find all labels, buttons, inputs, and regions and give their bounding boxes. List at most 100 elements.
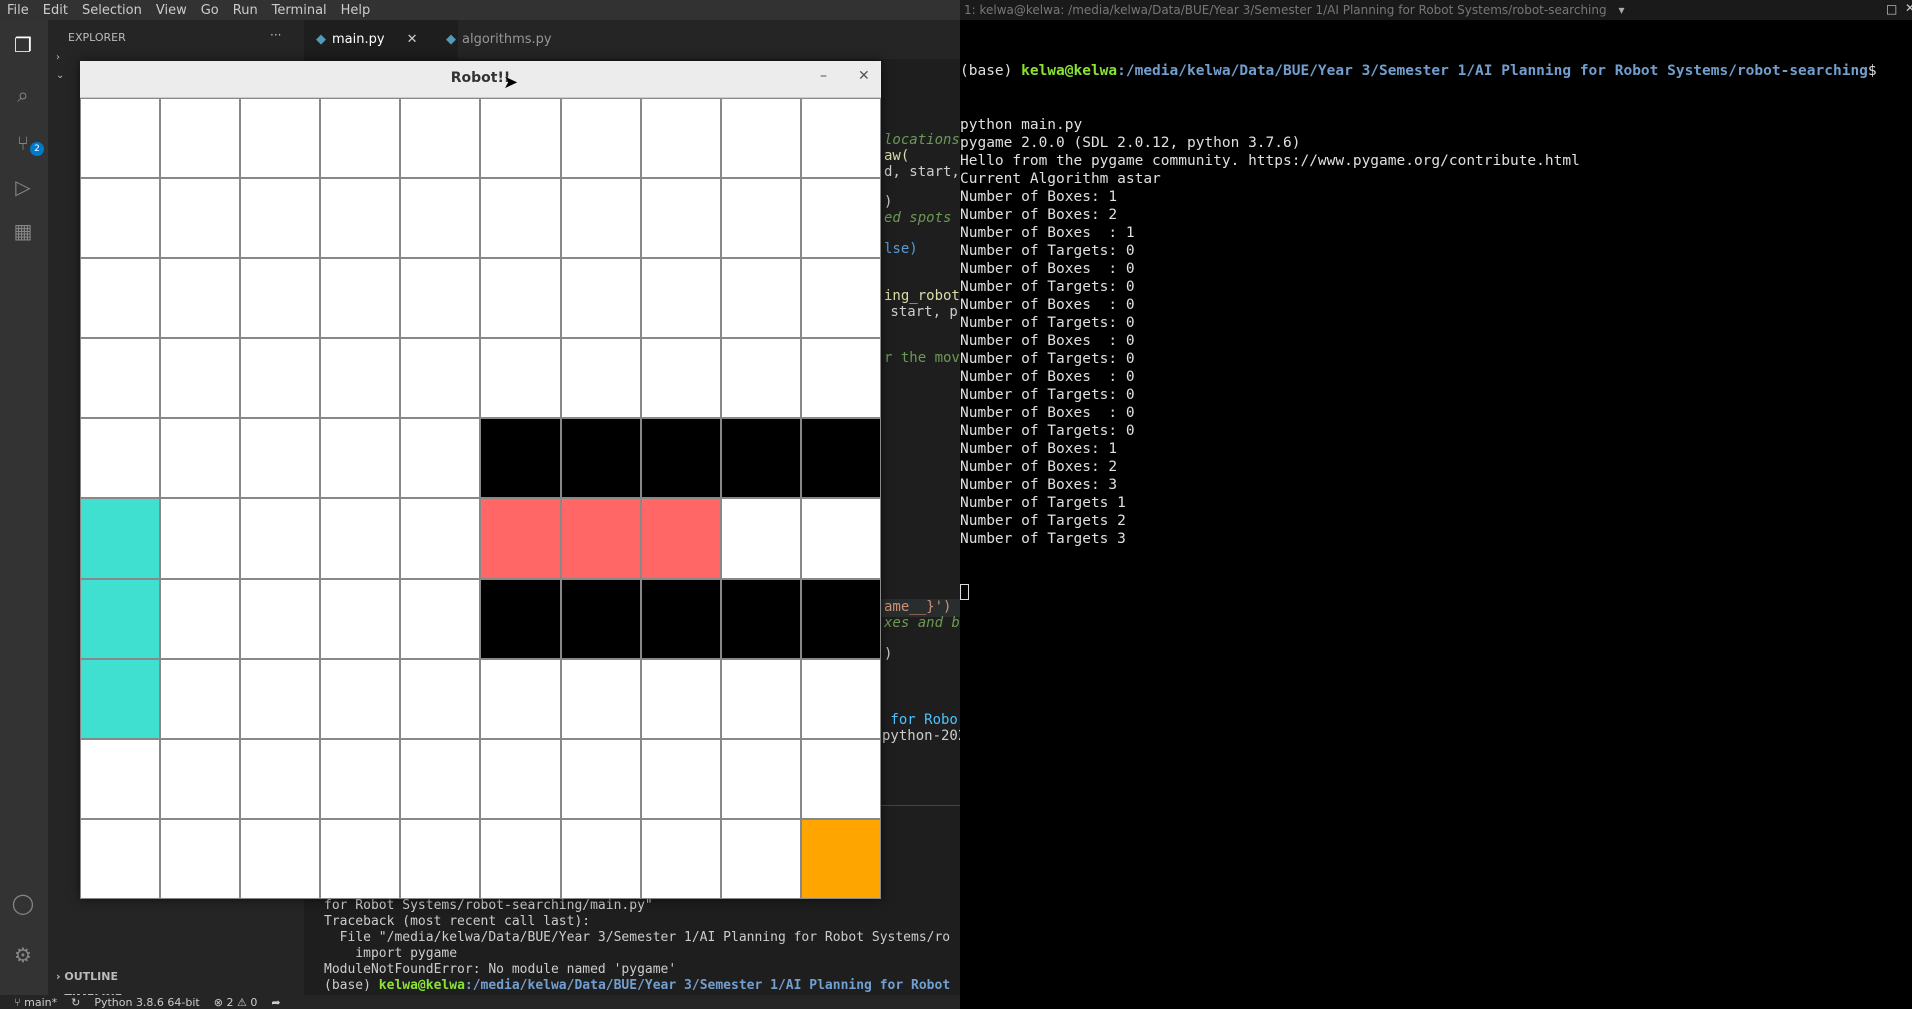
grid-cell[interactable] (320, 338, 401, 419)
grid-cell[interactable] (480, 98, 561, 179)
outline-section[interactable]: › OUTLINE (56, 970, 118, 983)
grid-cell[interactable] (480, 178, 561, 259)
grid-cell[interactable] (160, 818, 241, 899)
grid-cell[interactable] (400, 498, 481, 579)
wall-cell[interactable] (640, 418, 721, 499)
grid-cell[interactable] (800, 98, 881, 179)
grid-cell[interactable] (160, 178, 241, 259)
grid-cell[interactable] (80, 738, 161, 819)
grid-cell[interactable] (240, 498, 321, 579)
robot-window[interactable]: Robot!! – ✕ (80, 61, 881, 899)
grid-cell[interactable] (80, 418, 161, 499)
grid-cell[interactable] (400, 418, 481, 499)
grid-cell[interactable] (400, 738, 481, 819)
grid-cell[interactable] (320, 738, 401, 819)
chevron-down-icon[interactable]: ⌄ (56, 70, 64, 81)
grid-cell[interactable] (400, 98, 481, 179)
grid-cell[interactable] (80, 178, 161, 259)
grid-cell[interactable] (160, 498, 241, 579)
grid-cell[interactable] (640, 178, 721, 259)
grid-cell[interactable] (560, 658, 641, 739)
grid-cell[interactable] (720, 498, 801, 579)
grid-cell[interactable] (160, 738, 241, 819)
wall-cell[interactable] (560, 578, 641, 659)
target-cell[interactable] (480, 498, 561, 579)
box-cell[interactable] (80, 498, 161, 579)
menu-item-go[interactable]: Go (194, 3, 226, 18)
menu-item-run[interactable]: Run (226, 3, 265, 18)
grid-cell[interactable] (160, 658, 241, 739)
grid-cell[interactable] (240, 338, 321, 419)
python-interpreter[interactable]: Python 3.8.6 64-bit (94, 996, 199, 1009)
robot-title-bar[interactable]: Robot!! – ✕ (80, 61, 881, 98)
wall-cell[interactable] (640, 578, 721, 659)
close-icon[interactable]: ✕ (407, 32, 418, 47)
wall-cell[interactable] (720, 418, 801, 499)
close-icon[interactable]: ✕ (858, 68, 870, 84)
terminal-window[interactable]: 1: kelwa@kelwa: /media/kelwa/Data/BUE/Ye… (960, 0, 1912, 1009)
sync-icon[interactable]: ↻ (71, 996, 80, 1009)
menu-item-edit[interactable]: Edit (36, 3, 75, 18)
grid-cell[interactable] (80, 818, 161, 899)
grid-cell[interactable] (160, 98, 241, 179)
target-cell[interactable] (560, 498, 641, 579)
grid-cell[interactable] (400, 658, 481, 739)
grid-cell[interactable] (320, 178, 401, 259)
minimize-icon[interactable]: – (820, 68, 827, 84)
grid-cell[interactable] (560, 338, 641, 419)
grid-cell[interactable] (800, 258, 881, 339)
grid-cell[interactable] (720, 818, 801, 899)
grid-cell[interactable] (400, 258, 481, 339)
wall-cell[interactable] (480, 418, 561, 499)
grid-cell[interactable] (80, 98, 161, 179)
close-icon[interactable]: ✕ (1905, 1, 1912, 15)
grid-cell[interactable] (160, 418, 241, 499)
grid-cell[interactable] (720, 258, 801, 339)
grid-cell[interactable] (720, 338, 801, 419)
grid-cell[interactable] (240, 738, 321, 819)
grid-cell[interactable] (240, 98, 321, 179)
maximize-icon[interactable]: □ (1886, 2, 1897, 16)
grid-cell[interactable] (320, 498, 401, 579)
grid-cell[interactable] (240, 818, 321, 899)
grid-cell[interactable] (240, 178, 321, 259)
grid-cell[interactable] (800, 498, 881, 579)
grid-cell[interactable] (640, 738, 721, 819)
grid-cell[interactable] (560, 258, 641, 339)
grid-cell[interactable] (720, 738, 801, 819)
branch-status[interactable]: ⑂ main* (14, 996, 57, 1009)
robot-grid[interactable] (80, 98, 881, 899)
box-cell[interactable] (80, 658, 161, 739)
grid-cell[interactable] (320, 658, 401, 739)
live-share-icon[interactable]: ➦ (271, 996, 280, 1009)
grid-cell[interactable] (800, 338, 881, 419)
account-icon[interactable]: ◯ (8, 888, 38, 918)
grid-cell[interactable] (240, 418, 321, 499)
wall-cell[interactable] (560, 418, 641, 499)
wall-cell[interactable] (800, 578, 881, 659)
grid-cell[interactable] (400, 578, 481, 659)
grid-cell[interactable] (160, 578, 241, 659)
grid-cell[interactable] (720, 178, 801, 259)
grid-cell[interactable] (640, 98, 721, 179)
grid-cell[interactable] (640, 818, 721, 899)
grid-cell[interactable] (320, 418, 401, 499)
grid-cell[interactable] (480, 338, 561, 419)
grid-cell[interactable] (400, 338, 481, 419)
chevron-right-icon[interactable]: › (56, 52, 60, 63)
run-debug-icon[interactable]: ▷ (8, 172, 38, 202)
explorer-icon[interactable]: ❐ (8, 30, 38, 60)
grid-cell[interactable] (400, 818, 481, 899)
grid-cell[interactable] (560, 738, 641, 819)
target-cell[interactable] (640, 498, 721, 579)
extensions-icon[interactable]: ▦ (8, 216, 38, 246)
chevron-down-icon[interactable]: ▾ (1618, 3, 1624, 17)
grid-cell[interactable] (720, 98, 801, 179)
grid-cell[interactable] (560, 98, 641, 179)
tab-algorithms-py[interactable]: ◆ algorithms.py (434, 20, 598, 59)
grid-cell[interactable] (240, 258, 321, 339)
grid-cell[interactable] (560, 818, 641, 899)
menu-item-terminal[interactable]: Terminal (265, 3, 334, 18)
grid-cell[interactable] (640, 658, 721, 739)
grid-cell[interactable] (640, 338, 721, 419)
